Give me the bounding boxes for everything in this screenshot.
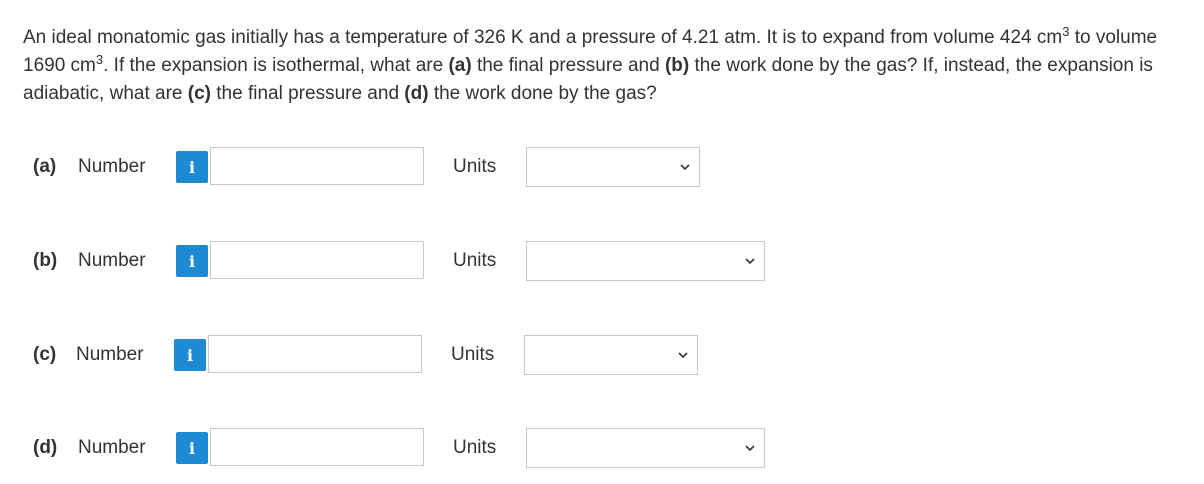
info-icon[interactable]: i [174,339,206,371]
units-label: Units [451,344,495,365]
part-label: (c) [33,344,57,365]
chevron-down-icon [678,352,688,359]
units-label: Units [453,156,497,177]
info-icon[interactable]: i [176,432,208,464]
chevron-down-icon [680,164,690,171]
number-input[interactable] [208,335,422,373]
number-label: Number [78,437,146,458]
chevron-down-icon [745,445,755,452]
units-select[interactable] [526,428,765,468]
question-text: An ideal monatomic gas initially has a t… [23,24,1158,104]
units-select[interactable] [526,241,765,281]
units-label: Units [453,437,497,458]
units-select[interactable] [524,335,698,375]
number-label: Number [76,344,144,365]
units-select[interactable] [526,147,700,187]
info-icon[interactable]: i [176,151,208,183]
number-label: Number [78,156,146,177]
number-label: Number [78,250,146,271]
info-icon[interactable]: i [176,245,208,277]
number-input[interactable] [210,147,424,185]
part-label: (a) [33,156,57,177]
number-input[interactable] [210,428,424,466]
units-label: Units [453,250,497,271]
chevron-down-icon [745,258,755,265]
number-input[interactable] [210,241,424,279]
part-label: (d) [33,437,58,458]
part-label: (b) [33,250,58,271]
